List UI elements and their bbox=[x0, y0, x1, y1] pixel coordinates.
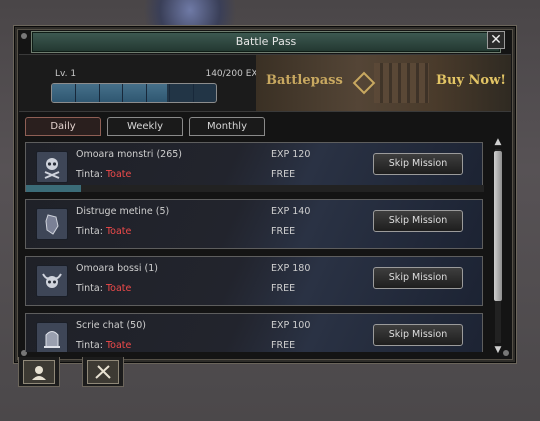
scroll-thumb[interactable] bbox=[494, 151, 502, 301]
close-button[interactable]: ✕ bbox=[487, 31, 505, 49]
corner-rivet-icon bbox=[21, 33, 27, 39]
mission-list: Omoara monstri (265) Tinta: Toate EXP 12… bbox=[25, 140, 495, 352]
tab-daily[interactable]: Daily bbox=[25, 117, 101, 136]
mission-target: Tinta: Toate bbox=[76, 283, 132, 294]
mission-row: Scrie chat (50) Tinta: Toate EXP 100 FRE… bbox=[25, 313, 483, 352]
mission-exp: EXP 180 bbox=[271, 263, 311, 274]
skip-mission-button[interactable]: Skip Mission bbox=[373, 153, 463, 175]
tab-weekly[interactable]: Weekly bbox=[107, 117, 183, 136]
diamond-icon bbox=[352, 71, 376, 95]
bottom-tab-character[interactable] bbox=[18, 357, 60, 387]
mission-exp: EXP 100 bbox=[271, 320, 311, 331]
buy-battlepass-banner[interactable]: Battlepass Buy Now! bbox=[256, 55, 511, 111]
mission-row: Distruge metine (5) Tinta: Toate EXP 140… bbox=[25, 199, 483, 249]
exp-label: 140/200 EXP bbox=[205, 69, 263, 79]
crossed-swords-icon bbox=[87, 359, 119, 384]
mission-name: Omoara bossi (1) bbox=[76, 263, 158, 274]
character-icon bbox=[23, 359, 55, 384]
mission-exp: EXP 120 bbox=[271, 149, 311, 160]
mission-scrollbar[interactable]: ▲ ▼ bbox=[492, 137, 504, 355]
mission-name: Scrie chat (50) bbox=[76, 320, 146, 331]
window-title: Battle Pass bbox=[235, 35, 297, 48]
village-illustration bbox=[374, 63, 429, 103]
level-box: Lv. 1 140/200 EXP bbox=[49, 57, 263, 107]
title-bar[interactable]: Battle Pass bbox=[31, 31, 501, 53]
skip-mission-button[interactable]: Skip Mission bbox=[373, 324, 463, 346]
gravestone-icon bbox=[36, 322, 68, 352]
skull-crossbones-icon bbox=[36, 151, 68, 183]
mission-progress-bar bbox=[26, 185, 484, 192]
skip-mission-button[interactable]: Skip Mission bbox=[373, 267, 463, 289]
mission-row: Omoara monstri (265) Tinta: Toate EXP 12… bbox=[25, 142, 484, 192]
exp-bar-fill bbox=[52, 84, 167, 102]
level-label: Lv. 1 bbox=[55, 69, 77, 79]
bottom-tab-battle[interactable] bbox=[82, 357, 124, 387]
mission-name: Distruge metine (5) bbox=[76, 206, 170, 217]
scroll-up-icon[interactable]: ▲ bbox=[492, 137, 504, 147]
mission-cost: FREE bbox=[271, 340, 296, 351]
mission-cost: FREE bbox=[271, 169, 296, 180]
mission-row: Omoara bossi (1) Tinta: Toate EXP 180 FR… bbox=[25, 256, 483, 306]
skip-mission-button[interactable]: Skip Mission bbox=[373, 210, 463, 232]
mission-cost: FREE bbox=[271, 283, 296, 294]
mission-target: Tinta: Toate bbox=[76, 169, 132, 180]
close-icon: ✕ bbox=[490, 32, 502, 48]
mission-exp: EXP 140 bbox=[271, 206, 311, 217]
mission-cost: FREE bbox=[271, 226, 296, 237]
battle-pass-window: Battle Pass ✕ Lv. 1 140/200 EXP Battlepa… bbox=[14, 26, 516, 363]
mission-target: Tinta: Toate bbox=[76, 340, 132, 351]
mission-target: Tinta: Toate bbox=[76, 226, 132, 237]
scroll-down-icon[interactable]: ▼ bbox=[492, 345, 504, 355]
banner-battlepass-text: Battlepass bbox=[266, 73, 343, 88]
metin-stone-icon bbox=[36, 208, 68, 240]
header-panel: Lv. 1 140/200 EXP Battlepass Buy Now! bbox=[19, 54, 511, 112]
tab-monthly[interactable]: Monthly bbox=[189, 117, 265, 136]
horned-skull-icon bbox=[36, 265, 68, 297]
mission-name: Omoara monstri (265) bbox=[76, 149, 182, 160]
buy-now-text[interactable]: Buy Now! bbox=[436, 73, 506, 88]
exp-bar bbox=[51, 83, 217, 103]
